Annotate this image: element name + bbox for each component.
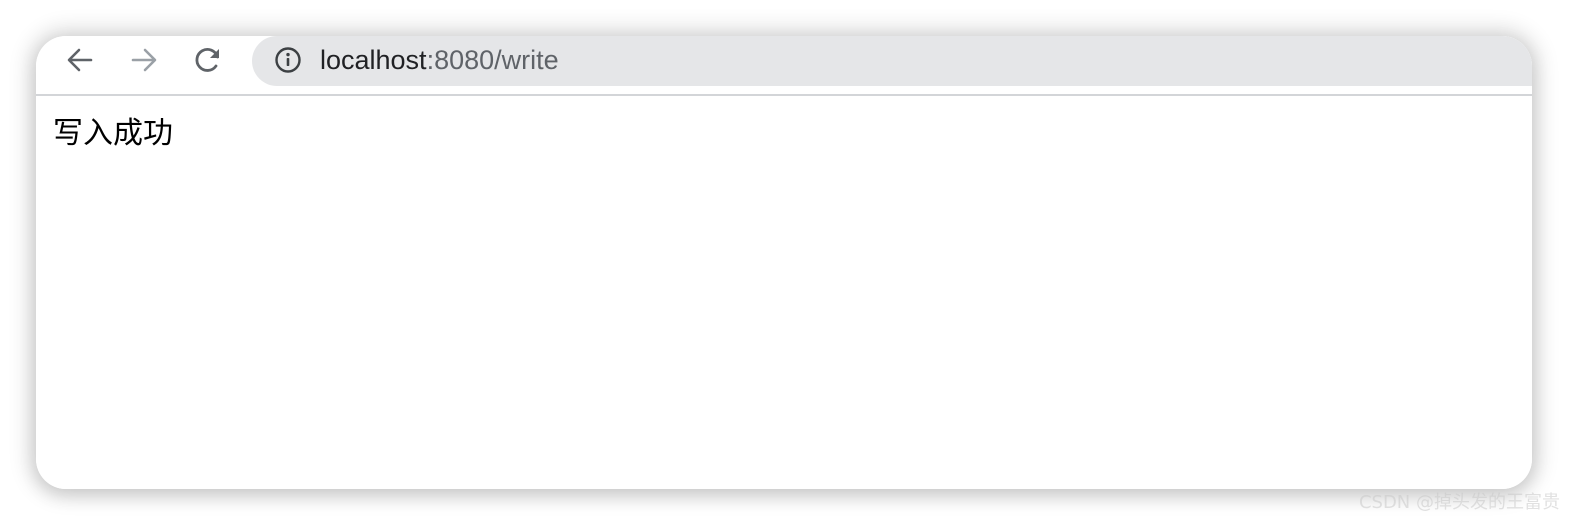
forward-button[interactable]	[124, 40, 164, 80]
page-content: 写入成功	[36, 96, 1532, 489]
address-bar[interactable]: localhost:8080/write	[252, 36, 1532, 86]
url-path: :8080/write	[426, 45, 559, 75]
url-text[interactable]: localhost:8080/write	[320, 43, 559, 77]
success-message: 写入成功	[53, 116, 173, 151]
back-button[interactable]	[60, 40, 100, 80]
watermark: CSDN @掉头发的王富贵	[1358, 492, 1560, 513]
reload-button[interactable]	[188, 40, 228, 80]
arrow-right-icon	[131, 48, 157, 72]
url-host: localhost	[320, 45, 427, 75]
arrow-left-icon	[67, 48, 93, 72]
reload-icon	[195, 48, 219, 72]
info-circle-icon[interactable]	[274, 46, 302, 74]
browser-toolbar: localhost:8080/write	[36, 36, 1532, 94]
browser-window: localhost:8080/write 写入成功	[36, 36, 1532, 489]
screenshot-stage: localhost:8080/write 写入成功 CSDN @掉头发的王富贵	[0, 0, 1570, 526]
